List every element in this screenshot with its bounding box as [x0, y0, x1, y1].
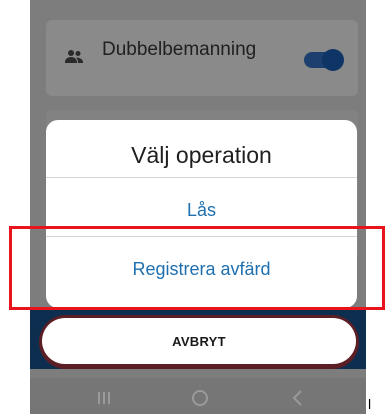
setting-label: Dubbelbemanning: [102, 39, 257, 60]
recent-apps-icon[interactable]: [92, 386, 116, 410]
setting-card-dubbelbemanning: Dubbelbemanning: [46, 20, 358, 96]
highlight-box: [9, 226, 385, 310]
people-icon: [65, 50, 83, 63]
cancel-button[interactable]: AVBRYT: [42, 318, 356, 364]
dubbelbemanning-toggle[interactable]: [304, 49, 344, 71]
dialog-divider: [46, 177, 357, 178]
phone-screen: Dubbelbemanning Välj operation Lås Regis…: [30, 0, 366, 414]
option-las[interactable]: Lås: [46, 200, 357, 221]
home-icon[interactable]: [188, 386, 212, 410]
back-icon[interactable]: [286, 386, 310, 410]
left-margin: [0, 0, 30, 414]
right-margin: [366, 0, 387, 414]
android-nav-bar: [30, 378, 366, 414]
toggle-knob: [322, 49, 344, 71]
dialog-title: Välj operation: [131, 142, 272, 168]
stray-mark: l: [368, 396, 372, 412]
